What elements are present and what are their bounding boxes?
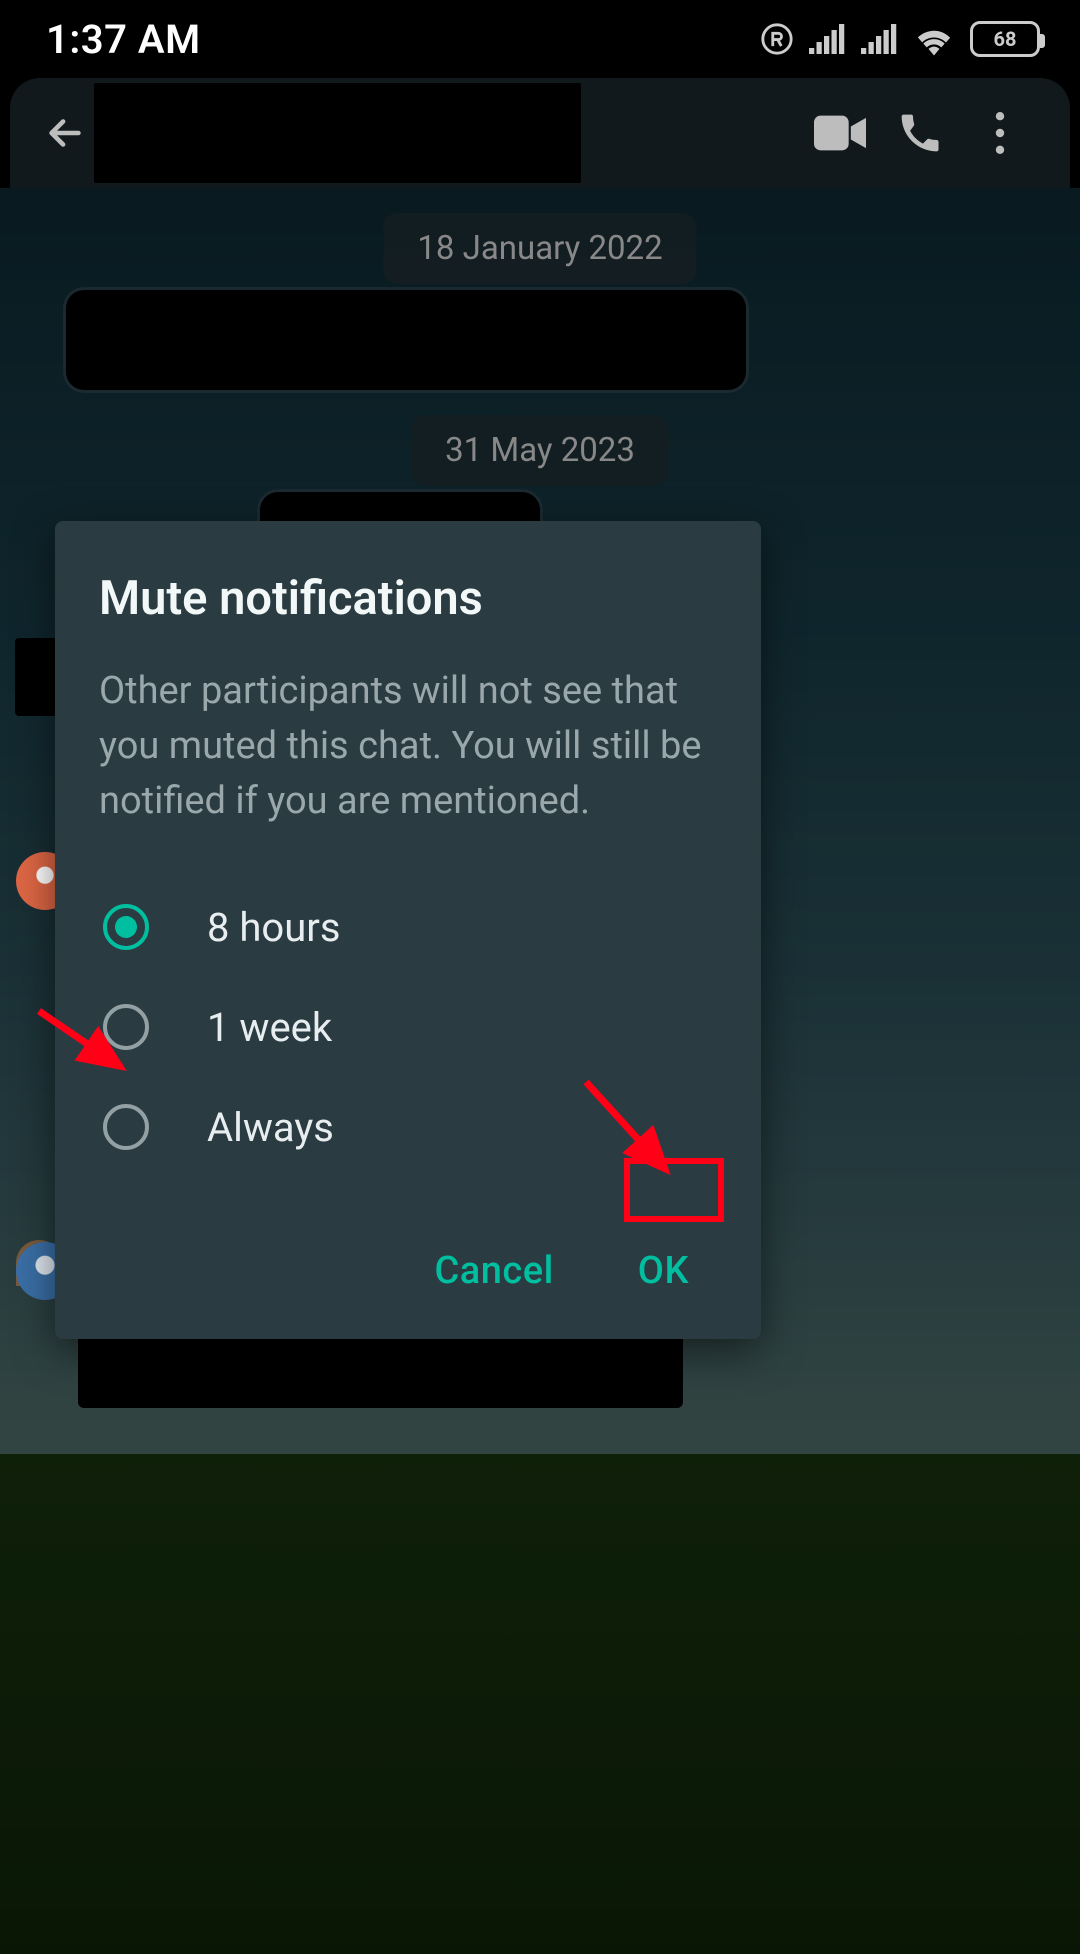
registered-icon: [760, 22, 794, 56]
annotation-highlight: [624, 1158, 724, 1222]
status-time: 1:37 AM: [46, 16, 201, 63]
signal-1-icon: [808, 24, 846, 54]
option-1-week[interactable]: 1 week: [99, 977, 717, 1077]
radio-unselected-icon: [103, 1104, 149, 1150]
status-bar: 1:37 AM 68: [0, 0, 1080, 78]
status-icons: 68: [760, 21, 1040, 57]
chat-header: [10, 78, 1070, 188]
battery-icon: 68: [970, 21, 1040, 57]
back-button[interactable]: [40, 108, 90, 158]
more-menu-button[interactable]: [960, 112, 1040, 154]
ok-button[interactable]: OK: [616, 1237, 711, 1305]
option-8-hours[interactable]: 8 hours: [99, 877, 717, 977]
video-call-button[interactable]: [800, 113, 880, 153]
radio-selected-icon: [103, 904, 149, 950]
phone-icon: [898, 111, 942, 155]
voice-call-button[interactable]: [880, 111, 960, 155]
annotation-arrow: [35, 1005, 135, 1085]
dialog-body: Other participants will not see that you…: [99, 664, 717, 829]
signal-2-icon: [860, 24, 898, 54]
date-separator: 18 January 2022: [383, 213, 696, 284]
cancel-button[interactable]: Cancel: [412, 1237, 575, 1305]
option-label: 1 week: [207, 1004, 332, 1051]
message-redacted[interactable]: [66, 290, 746, 390]
date-separator: 31 May 2023: [411, 415, 669, 486]
video-icon: [814, 113, 866, 153]
arrow-left-icon: [42, 110, 88, 156]
more-vert-icon: [995, 112, 1005, 154]
dialog-title: Mute notifications: [99, 571, 717, 626]
option-label: 8 hours: [207, 904, 341, 951]
dialog-actions: Cancel OK: [99, 1237, 717, 1305]
contact-name-redacted[interactable]: [94, 83, 581, 183]
battery-level: 68: [994, 27, 1017, 51]
option-label: Always: [207, 1104, 334, 1151]
wifi-icon: [912, 22, 956, 56]
message-redacted: [15, 638, 57, 716]
